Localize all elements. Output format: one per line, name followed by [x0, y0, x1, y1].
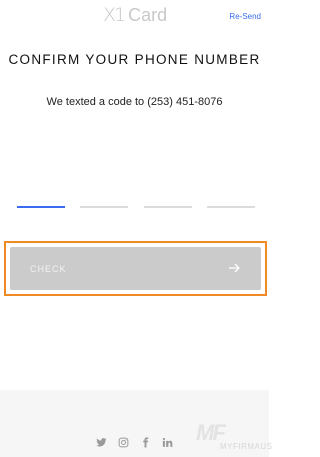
watermark-text: MYFIRMAUS	[220, 442, 273, 451]
page-title: CONFIRM YOUR PHONE NUMBER	[8, 52, 261, 67]
x1-card-logo: X1 Card	[103, 4, 167, 26]
code-digit-2-input[interactable]	[80, 180, 128, 208]
code-sent-message: We texted a code to (253) 451-8076	[46, 96, 223, 108]
top-bar: X1 Card Re-Send	[0, 0, 269, 30]
facebook-icon[interactable]	[139, 436, 151, 448]
watermark-logo: MF MYFIRMAUS	[190, 418, 272, 457]
check-button-label: CHECK	[30, 263, 67, 274]
code-digit-4-input[interactable]	[207, 180, 255, 208]
logo-mark: X1	[103, 4, 126, 26]
verification-code-inputs	[17, 180, 255, 208]
twitter-icon[interactable]	[95, 436, 107, 448]
arrow-right-icon	[229, 261, 241, 276]
linkedin-icon[interactable]	[161, 436, 173, 448]
logo-word: Card	[128, 4, 168, 25]
social-links	[95, 436, 173, 448]
instagram-icon[interactable]	[117, 436, 129, 448]
check-button-highlight: CHECK	[4, 241, 267, 296]
code-digit-1-input[interactable]	[17, 180, 65, 208]
check-button[interactable]: CHECK	[10, 247, 261, 290]
resend-link[interactable]: Re-Send	[229, 12, 261, 21]
code-digit-3-input[interactable]	[144, 180, 192, 208]
